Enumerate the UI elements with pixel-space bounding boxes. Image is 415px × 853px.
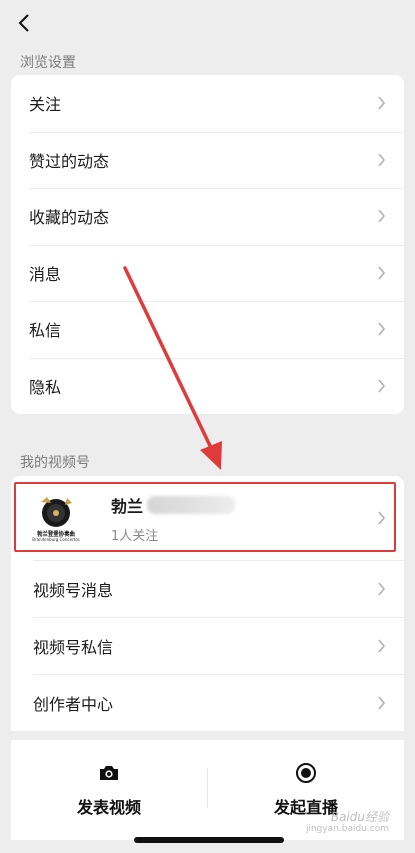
menu-item-channel-private-messages[interactable]: 视频号私信 <box>11 617 404 674</box>
menu-item-label: 私信 <box>29 321 62 341</box>
menu-item-saved-posts[interactable]: 收藏的动态 <box>11 188 404 245</box>
chevron-right-icon <box>378 96 386 110</box>
avatar: 勃兰登堡协奏曲 Brandenburg Concertos <box>27 489 85 547</box>
chevron-right-icon <box>378 638 386 653</box>
channel-settings-page: 浏览设置 关注 赞过的动态 收藏的动态 消息 私信 隐私 我的视频号 勃兰登堡协… <box>0 0 415 853</box>
chevron-right-icon <box>378 322 386 336</box>
menu-item-liked-posts[interactable]: 赞过的动态 <box>11 131 404 189</box>
live-record-icon <box>296 763 316 783</box>
menu-item-messages[interactable]: 消息 <box>11 244 404 302</box>
post-video-button[interactable]: 发表视频 <box>11 740 207 840</box>
channel-name: 勃兰 <box>111 493 236 517</box>
browse-settings-label: 浏览设置 <box>20 55 76 71</box>
channel-profile-row[interactable]: 勃兰登堡协奏曲 Brandenburg Concertos 勃兰 1人关注 <box>11 476 404 560</box>
avatar-subcaption: Brandenburg Concertos <box>32 537 80 542</box>
chevron-right-icon <box>378 581 386 596</box>
my-channel-label: 我的视频号 <box>20 455 90 471</box>
menu-item-label: 收藏的动态 <box>29 208 110 228</box>
chevron-right-icon <box>378 695 386 710</box>
my-channel-card: 勃兰登堡协奏曲 Brandenburg Concertos 勃兰 1人关注 视频… <box>11 476 404 731</box>
menu-item-label: 消息 <box>29 264 62 284</box>
chevron-right-icon <box>378 379 386 393</box>
back-button[interactable] <box>10 8 38 38</box>
menu-item-creator-center[interactable]: 创作者中心 <box>11 674 404 731</box>
browse-settings-card: 关注 赞过的动态 收藏的动态 消息 私信 隐私 <box>11 75 404 414</box>
chevron-left-icon <box>18 14 29 32</box>
menu-item-private-messages[interactable]: 私信 <box>11 301 404 358</box>
post-video-label: 发表视频 <box>76 798 141 817</box>
menu-item-label: 视频号消息 <box>33 580 114 600</box>
start-live-label: 发起直播 <box>273 798 338 817</box>
menu-item-label: 关注 <box>29 95 62 115</box>
menu-item-follow[interactable]: 关注 <box>11 75 404 132</box>
menu-item-label: 隐私 <box>29 377 62 397</box>
menu-item-label: 赞过的动态 <box>29 151 110 171</box>
menu-item-privacy[interactable]: 隐私 <box>11 357 404 415</box>
menu-item-label: 创作者中心 <box>33 694 114 714</box>
redacted-name-blur <box>147 495 236 514</box>
home-indicator[interactable] <box>134 837 284 843</box>
chevron-right-icon <box>378 153 386 167</box>
menu-item-label: 视频号私信 <box>33 637 114 657</box>
chevron-right-icon <box>378 209 386 223</box>
chevron-right-icon <box>378 511 386 525</box>
watermark-url: jingyan.baidu.com <box>305 824 389 834</box>
camera-icon <box>100 766 118 780</box>
follower-count: 1人关注 <box>111 528 159 544</box>
menu-item-channel-messages[interactable]: 视频号消息 <box>11 560 404 617</box>
chevron-right-icon <box>378 266 386 280</box>
watermark: Baidu经验 <box>330 810 389 824</box>
channel-name-text: 勃兰 <box>111 496 144 516</box>
